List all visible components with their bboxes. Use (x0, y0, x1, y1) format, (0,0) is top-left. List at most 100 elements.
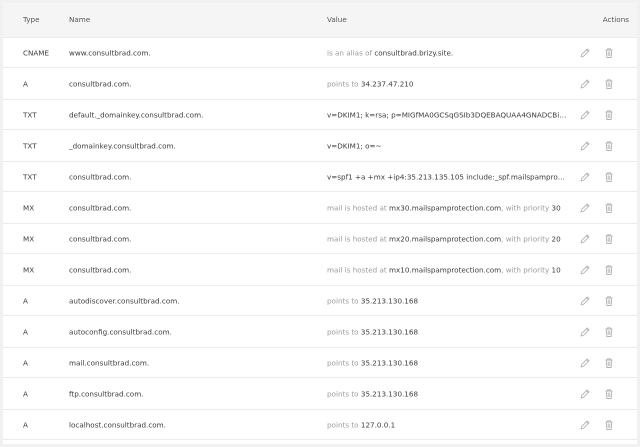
table-row: MX consultbrad.com. mail is hosted at mx… (3, 224, 637, 254)
edit-button[interactable] (579, 233, 591, 245)
edit-button[interactable] (579, 109, 591, 121)
value-prefix: points to (327, 389, 361, 398)
value-extra: 20 (551, 234, 561, 243)
record-type: TXT (23, 141, 37, 150)
edit-button[interactable] (579, 171, 591, 183)
edit-button[interactable] (579, 326, 591, 338)
value-prefix: mail is hosted at (327, 203, 390, 212)
delete-button[interactable] (603, 388, 615, 400)
pencil-icon (580, 79, 590, 88)
trash-icon (605, 326, 613, 337)
value-prefix: points to (327, 358, 361, 367)
header-actions: Actions (602, 15, 629, 24)
value-main: 35.213.130.168 (360, 358, 419, 367)
trash-icon (605, 140, 613, 151)
record-value: points to 35.213.130.168 (327, 327, 567, 336)
delete-button[interactable] (603, 109, 615, 121)
trash-icon (605, 47, 613, 58)
edit-button[interactable] (579, 47, 591, 59)
table-row: TXT _domainkey.consultbrad.com. v=DKIM1;… (3, 130, 637, 162)
record-name: www.consultbrad.com. (69, 48, 151, 57)
pencil-icon (580, 110, 590, 119)
trash-icon (605, 233, 613, 244)
value-suffix: , with priority (501, 265, 552, 274)
record-value: points to 127.0.0.1 (327, 420, 567, 429)
value-main: consultbrad.brizy.site. (374, 48, 454, 57)
edit-button[interactable] (579, 357, 591, 369)
header-type: Type (23, 15, 40, 24)
pencil-icon (580, 141, 590, 150)
trash-icon (605, 357, 613, 368)
record-type: CNAME (23, 48, 50, 57)
record-value: points to 34.237.47.210 (327, 79, 567, 88)
delete-button[interactable] (603, 264, 615, 276)
record-value: points to 35.213.130.168 (327, 389, 567, 398)
delete-button[interactable] (603, 295, 615, 307)
table-body: CNAME www.consultbrad.com. is an alias o… (3, 38, 637, 440)
delete-button[interactable] (603, 171, 615, 183)
value-suffix: , with priority (501, 234, 552, 243)
pencil-icon (580, 265, 590, 274)
table-row: TXT default._domainkey.consultbrad.com. … (3, 100, 637, 130)
edit-button[interactable] (579, 388, 591, 400)
pencil-icon (580, 48, 590, 57)
delete-button[interactable] (603, 47, 615, 59)
record-value: v=DKIM1; o=~ (327, 141, 567, 150)
value-prefix: points to (327, 79, 361, 88)
pencil-icon (580, 296, 590, 305)
value-extra: 30 (551, 203, 561, 212)
record-value: mail is hosted at mx20.mailspamprotectio… (327, 234, 567, 243)
delete-button[interactable] (603, 357, 615, 369)
record-type: MX (23, 265, 35, 274)
delete-button[interactable] (603, 202, 615, 214)
value-prefix: mail is hosted at (327, 265, 390, 274)
record-type: A (23, 327, 28, 336)
record-name: consultbrad.com. (69, 265, 132, 274)
edit-button[interactable] (579, 419, 591, 431)
table-row: MX consultbrad.com. mail is hosted at mx… (3, 254, 637, 286)
table-row: A ftp.consultbrad.com. points to 35.213.… (3, 378, 637, 410)
pencil-icon (580, 358, 590, 367)
record-type: A (23, 389, 28, 398)
header-value: Value (327, 15, 347, 24)
value-prefix: points to (327, 420, 361, 429)
record-type: A (23, 420, 28, 429)
edit-button[interactable] (579, 202, 591, 214)
trash-icon (605, 171, 613, 182)
delete-button[interactable] (603, 78, 615, 90)
record-value: v=spf1 +a +mx +ip4:35.213.135.105 includ… (327, 172, 567, 181)
edit-button[interactable] (579, 78, 591, 90)
record-value: mail is hosted at mx10.mailspamprotectio… (327, 265, 567, 274)
value-main: mx10.mailspamprotection.com (389, 265, 502, 274)
record-name: mail.consultbrad.com. (69, 358, 150, 367)
delete-button[interactable] (603, 233, 615, 245)
pencil-icon (580, 234, 590, 243)
value-prefix: is an alias of (327, 48, 375, 57)
edit-button[interactable] (579, 295, 591, 307)
record-name: localhost.consultbrad.com. (69, 420, 166, 429)
table-row: A localhost.consultbrad.com. points to 1… (3, 410, 637, 440)
record-name: consultbrad.com. (69, 203, 132, 212)
record-type: MX (23, 203, 35, 212)
record-value: points to 35.213.130.168 (327, 358, 567, 367)
record-name: autoconfig.consultbrad.com. (69, 327, 172, 336)
record-name: _domainkey.consultbrad.com. (69, 141, 176, 150)
table-row: A mail.consultbrad.com. points to 35.213… (3, 348, 637, 378)
value-main: v=spf1 +a +mx +ip4:35.213.135.105 includ… (327, 172, 567, 181)
delete-button[interactable] (603, 326, 615, 338)
value-prefix: points to (327, 327, 361, 336)
record-name: consultbrad.com. (69, 172, 132, 181)
delete-button[interactable] (603, 140, 615, 152)
edit-button[interactable] (579, 264, 591, 276)
value-main: 35.213.130.168 (360, 327, 419, 336)
table-header: Type Name Value Actions (3, 3, 637, 38)
value-suffix: , with priority (501, 203, 552, 212)
delete-button[interactable] (603, 419, 615, 431)
pencil-icon (580, 203, 590, 212)
value-main: 35.213.130.168 (360, 389, 419, 398)
pencil-icon (580, 172, 590, 181)
trash-icon (605, 388, 613, 399)
record-value: points to 35.213.130.168 (327, 296, 567, 305)
edit-button[interactable] (579, 140, 591, 152)
dns-records-table: Type Name Value Actions CNAME www.consul… (3, 3, 637, 444)
